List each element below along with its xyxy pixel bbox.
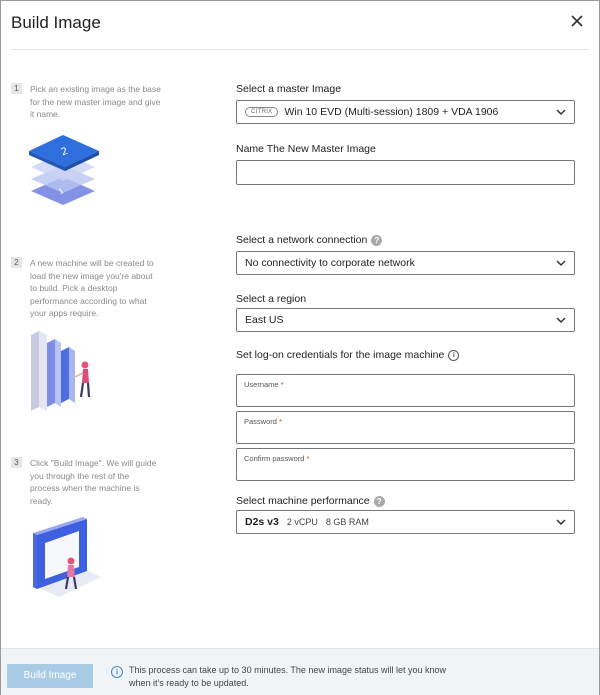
step-number: 1 xyxy=(11,83,22,94)
servers-illustration-icon xyxy=(31,331,91,411)
chevron-down-icon xyxy=(556,317,566,324)
performance-cpu: 2 vCPU xyxy=(286,517,318,527)
build-image-button[interactable]: Build Image xyxy=(7,664,93,688)
step-2: 2 A new machine will be created to load … xyxy=(11,257,161,320)
step-number: 2 xyxy=(11,257,22,268)
dialog-footer: Build Image i This process can take up t… xyxy=(1,648,599,695)
username-label: Username xyxy=(244,380,279,389)
username-field[interactable]: Username * xyxy=(236,374,575,407)
info-icon: i xyxy=(111,666,123,678)
monitor-illustration-icon xyxy=(33,517,101,597)
chevron-down-icon xyxy=(556,519,566,526)
build-image-dialog: Build Image 1 Pick an existing image as … xyxy=(0,0,600,695)
performance-ram: 8 GB RAM xyxy=(325,517,369,527)
new-name-input[interactable] xyxy=(236,160,575,185)
footer-message: This process can take up to 30 minutes. … xyxy=(129,665,446,688)
network-label: Select a network connection? xyxy=(236,234,383,246)
dialog-title: Build Image xyxy=(11,13,101,32)
help-icon[interactable]: ? xyxy=(371,234,383,246)
performance-select[interactable]: D2s v3 2 vCPU 8 GB RAM xyxy=(236,510,575,534)
password-label: Password xyxy=(244,417,277,426)
password-field[interactable]: Password * xyxy=(236,411,575,444)
new-name-label: Name The New Master Image xyxy=(236,143,376,155)
region-select[interactable]: East US xyxy=(236,308,575,332)
credentials-label-text: Set log-on credentials for the image mac… xyxy=(236,349,445,361)
performance-size: D2s v3 xyxy=(245,516,279,528)
confirm-password-label: Confirm password xyxy=(244,454,305,463)
credentials-label: Set log-on credentials for the image mac… xyxy=(236,349,460,361)
citrix-badge: CITRIX xyxy=(245,107,279,118)
master-image-select[interactable]: CITRIX Win 10 EVD (Multi-session) 1809 + … xyxy=(236,100,575,124)
help-icon[interactable]: ? xyxy=(373,495,385,507)
master-image-label: Select a master Image xyxy=(236,83,342,95)
chevron-down-icon xyxy=(556,109,566,116)
performance-label: Select machine performance? xyxy=(236,495,385,507)
header-divider xyxy=(11,49,589,50)
close-icon[interactable] xyxy=(569,13,585,29)
step-text: Click "Build Image". We will guide you t… xyxy=(30,458,157,506)
info-icon[interactable]: i xyxy=(448,349,460,361)
step-3: 3 Click "Build Image". We will guide you… xyxy=(11,457,161,507)
required-mark: * xyxy=(279,417,282,426)
region-label: Select a region xyxy=(236,293,307,305)
master-image-value: Win 10 EVD (Multi-session) 1809 + VDA 19… xyxy=(284,106,499,118)
required-mark: * xyxy=(306,454,310,463)
step-text: A new machine will be created to load th… xyxy=(30,258,154,318)
network-value: No connectivity to corporate network xyxy=(245,257,415,269)
step-number: 3 xyxy=(11,457,22,468)
chevron-down-icon xyxy=(556,260,566,267)
required-mark: * xyxy=(280,380,284,389)
step-1: 1 Pick an existing image as the base for… xyxy=(11,83,161,121)
network-select[interactable]: No connectivity to corporate network xyxy=(236,251,575,275)
step-text: Pick an existing image as the base for t… xyxy=(30,84,161,119)
confirm-password-field[interactable]: Confirm password * xyxy=(236,448,575,481)
performance-label-text: Select machine performance xyxy=(236,495,370,507)
network-label-text: Select a network connection xyxy=(236,234,368,246)
region-value: East US xyxy=(245,314,284,326)
layers-illustration-icon: 2 1 xyxy=(29,135,99,205)
